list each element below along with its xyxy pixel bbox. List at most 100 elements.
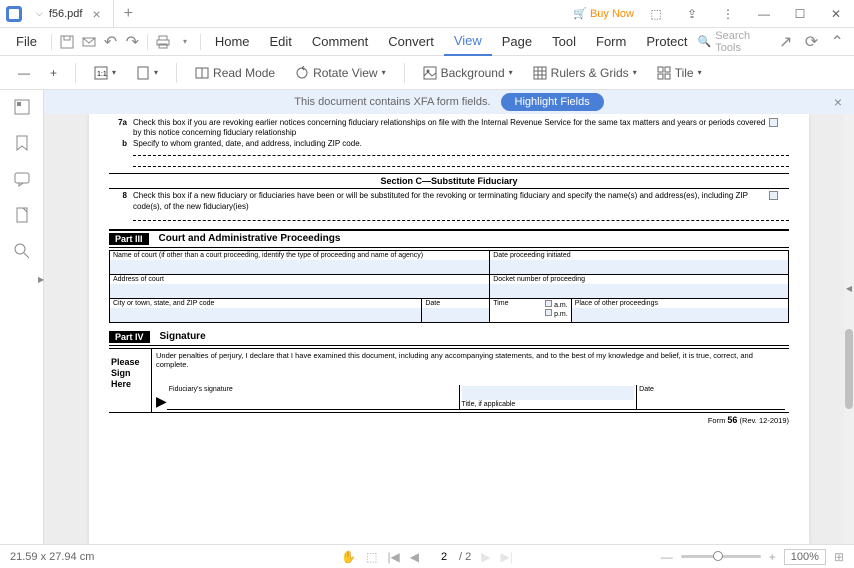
zoom-in-status[interactable]: + <box>769 550 776 564</box>
background-button[interactable]: Background▾ <box>415 62 521 84</box>
address-label: Address of court <box>110 274 490 284</box>
bookmark-icon[interactable] <box>13 134 31 152</box>
minimize-button[interactable]: — <box>750 0 778 28</box>
address-input[interactable] <box>110 284 490 298</box>
app-icon[interactable] <box>0 0 28 28</box>
sig-date-label: Date <box>639 386 783 393</box>
open-external-icon[interactable]: ↗ <box>775 32 797 52</box>
select-tool-icon[interactable]: ⬚ <box>366 550 377 564</box>
tab-title: f56.pdf <box>49 8 83 20</box>
tab-close-button[interactable]: × <box>88 6 104 22</box>
buy-now-link[interactable]: 🛒 Buy Now <box>573 7 634 20</box>
attachment-icon[interactable] <box>13 206 31 224</box>
prev-page-button[interactable]: ◀ <box>410 550 419 564</box>
rulers-grids-button[interactable]: Rulers & Grids▾ <box>525 62 645 84</box>
expand-icon[interactable]: ⌃ <box>826 32 848 52</box>
form-footer: Form 56 (Rev. 12-2019) <box>109 415 789 425</box>
comment-icon[interactable] <box>13 170 31 188</box>
undo-icon[interactable]: ↶ <box>100 32 122 52</box>
menu-edit[interactable]: Edit <box>260 34 302 49</box>
here-label: Here <box>111 379 149 390</box>
zoom-slider[interactable] <box>681 555 761 558</box>
am-checkbox[interactable] <box>545 300 552 307</box>
close-window-button[interactable]: ✕ <box>822 0 850 28</box>
checkbox-8[interactable] <box>769 191 778 200</box>
next-page-button[interactable]: ▶ <box>481 550 490 564</box>
menu-comment[interactable]: Comment <box>302 34 378 49</box>
zoom-slider-thumb[interactable] <box>713 551 723 561</box>
share-icon[interactable]: ⇪ <box>678 0 706 28</box>
print-dropdown-icon[interactable]: ▾ <box>174 37 196 46</box>
menu-view[interactable]: View <box>444 28 492 56</box>
separator <box>404 63 405 83</box>
sign-label: Sign <box>111 368 149 379</box>
menu-form[interactable]: Form <box>586 34 636 49</box>
zoom-out-button[interactable]: — <box>10 62 38 84</box>
print-icon[interactable] <box>152 35 174 49</box>
solid-line <box>109 173 789 174</box>
court-proceedings-table: Name of court (if other than a court pro… <box>109 250 789 323</box>
city-input[interactable] <box>110 308 422 322</box>
rotate-view-button[interactable]: Rotate View▾ <box>287 62 394 84</box>
vertical-scrollbar[interactable] <box>844 114 854 544</box>
thumbnails-icon[interactable] <box>13 98 31 116</box>
zoom-in-button[interactable]: + <box>42 62 65 84</box>
document-viewport[interactable]: 7a Check this box if you are revoking ea… <box>44 114 854 544</box>
menu-tool[interactable]: Tool <box>542 34 586 49</box>
section-c-title: Section C—Substitute Fiduciary <box>109 176 789 186</box>
page-layout-button[interactable]: ▾ <box>128 62 166 84</box>
zoom-percentage[interactable]: 100% <box>784 549 826 565</box>
banner-close-button[interactable]: × <box>834 94 842 110</box>
name-court-input[interactable] <box>110 260 490 274</box>
scrollbar-thumb[interactable] <box>845 329 853 409</box>
right-panel-expand[interactable]: ◀ <box>846 284 852 293</box>
pm-checkbox[interactable] <box>545 309 552 316</box>
new-tab-button[interactable]: + <box>114 5 143 23</box>
menu-convert[interactable]: Convert <box>378 34 444 49</box>
date-initiated-input[interactable] <box>490 260 789 274</box>
sync-icon[interactable]: ⟳ <box>801 32 823 52</box>
docket-input[interactable] <box>490 284 789 298</box>
footer-form: Form <box>708 416 726 425</box>
menu-home[interactable]: Home <box>205 34 260 49</box>
more-menu[interactable]: ⋮ <box>714 0 742 28</box>
signature-arrow-icon: ▶ <box>156 393 167 410</box>
time-cell: Time a.m. p.m. <box>490 298 571 322</box>
hand-tool-icon[interactable]: ✋ <box>341 550 356 564</box>
zoom-out-status[interactable]: — <box>661 550 673 564</box>
file-menu[interactable]: File <box>6 34 47 49</box>
mail-icon[interactable] <box>78 35 100 49</box>
first-page-button[interactable]: |◀ <box>387 550 399 564</box>
document-tab[interactable]: ⌵ f56.pdf × <box>28 0 114 28</box>
search-sidebar-icon[interactable] <box>13 242 31 260</box>
notification-icon[interactable]: ⬚ <box>642 0 670 28</box>
left-sidebar <box>0 90 44 544</box>
row-number: 8 <box>109 191 133 200</box>
highlight-fields-button[interactable]: Highlight Fields <box>501 93 604 111</box>
titlebar: ⌵ f56.pdf × + 🛒 Buy Now ⬚ ⇪ ⋮ — ☐ ✕ <box>0 0 854 28</box>
tile-button[interactable]: Tile▾ <box>649 62 710 84</box>
title-input[interactable] <box>462 386 635 400</box>
search-tools[interactable]: 🔍 Search Tools <box>698 30 771 54</box>
fit-page-button[interactable]: 1:1▾ <box>86 62 124 84</box>
name-court-label: Name of court (if other than a court pro… <box>110 250 490 260</box>
save-icon[interactable] <box>56 35 78 49</box>
menu-page[interactable]: Page <box>492 34 542 49</box>
page-number-input[interactable] <box>429 551 459 563</box>
row-8-text: Check this box if a new fiduciary or fid… <box>133 191 769 212</box>
menu-protect[interactable]: Protect <box>636 34 697 49</box>
page-dimensions: 21.59 x 27.94 cm <box>10 551 94 563</box>
place-input[interactable] <box>571 308 788 322</box>
part-4-badge: Part IV <box>109 331 150 343</box>
last-page-button[interactable]: ▶| <box>501 550 513 564</box>
checkbox-7a[interactable] <box>769 118 778 127</box>
dashed-line <box>133 220 789 221</box>
redo-icon[interactable]: ↷ <box>121 32 143 52</box>
fit-screen-icon[interactable]: ⊞ <box>834 550 844 564</box>
footer-rev: (Rev. 12-2019) <box>740 416 789 425</box>
maximize-button[interactable]: ☐ <box>786 0 814 28</box>
separator <box>75 63 76 83</box>
row-number: 7a <box>109 118 133 127</box>
date-input[interactable] <box>422 308 490 322</box>
read-mode-button[interactable]: Read Mode <box>187 62 283 84</box>
